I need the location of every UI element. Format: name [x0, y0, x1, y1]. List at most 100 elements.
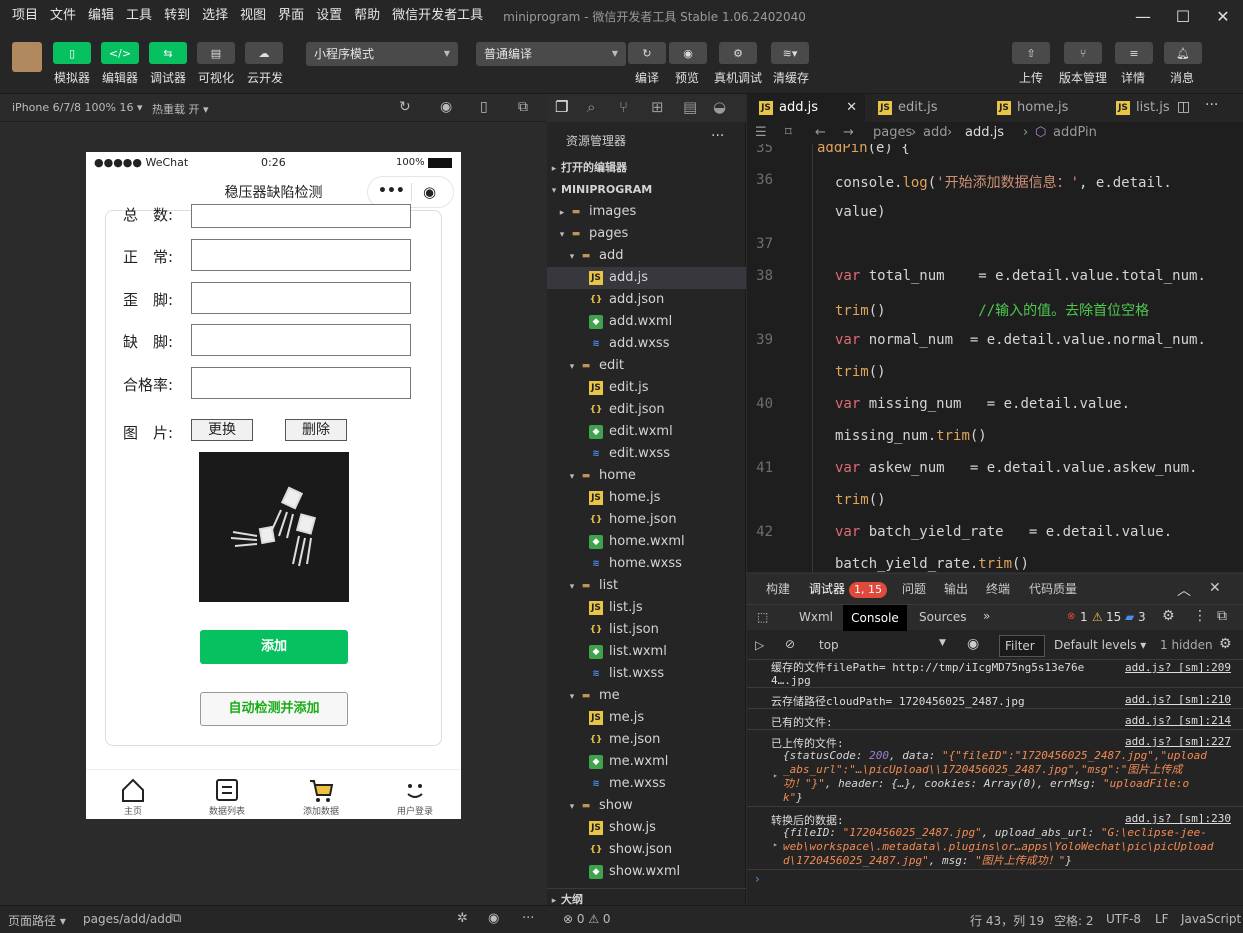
file-item[interactable]: {} add.json — [547, 289, 746, 311]
folder-item[interactable]: ▾ ▬ me — [547, 685, 746, 707]
git-icon[interactable]: ⑂ — [619, 98, 628, 116]
refresh-icon[interactable]: ↻ — [399, 99, 411, 115]
missing-input[interactable] — [191, 324, 411, 356]
real-debug-button[interactable]: 真机调试 — [714, 69, 762, 86]
compile-select[interactable]: 普通编译 ▼ — [476, 42, 626, 66]
askew-input[interactable] — [191, 282, 411, 314]
total-input[interactable] — [191, 204, 411, 228]
levels-select[interactable]: Default levels ▾ — [1054, 638, 1146, 652]
tab-code-quality[interactable]: 代码质量 — [1029, 574, 1077, 604]
folder-item[interactable]: ▾ ▬ pages — [547, 223, 746, 245]
gear-icon[interactable]: ⚙ — [1219, 636, 1232, 652]
indentation[interactable]: 空格: 2 — [1054, 912, 1094, 929]
log-source-link[interactable]: add.js? [sm]:209 — [1125, 661, 1231, 674]
clear-icon[interactable]: ⊘ — [785, 637, 795, 651]
stop-icon[interactable]: ◉ — [440, 99, 452, 115]
tab-data-list[interactable]: 数据列表 — [180, 770, 274, 819]
folder-item[interactable]: ▾ ▬ home — [547, 465, 746, 487]
close-icon[interactable]: ✕ — [1203, 0, 1243, 32]
replace-button[interactable]: 更换 — [191, 419, 253, 441]
file-item[interactable]: ◆ edit.wxml — [547, 421, 746, 443]
page-path-select[interactable]: 页面路径 ▾ — [8, 912, 66, 929]
version-button[interactable]: 版本管理 — [1059, 69, 1107, 86]
upload-icon[interactable]: ⇧ — [1012, 42, 1050, 64]
clear-cache-button[interactable]: 清缓存 — [773, 69, 809, 86]
problems-count[interactable]: ⊗ 0 ⚠ 0 — [563, 912, 611, 926]
tab-home[interactable]: 主页 — [86, 770, 180, 819]
crumb-pages[interactable]: pages — [873, 122, 912, 144]
file-item[interactable]: JS home.js — [547, 487, 746, 509]
expand-icon[interactable]: ▸ — [773, 840, 778, 849]
delete-button[interactable]: 删除 — [285, 419, 347, 441]
cursor-position[interactable]: 行 43，列 19 — [970, 912, 1044, 929]
crumb-file[interactable]: add.js — [965, 122, 1004, 144]
eye-icon[interactable]: ◉ — [967, 636, 979, 652]
crumb-add[interactable]: add — [923, 122, 947, 144]
file-item[interactable]: ≋ home.wxss — [547, 553, 746, 575]
file-item[interactable]: ≋ edit.wxss — [547, 443, 746, 465]
tab-wxml[interactable]: Wxml — [799, 610, 833, 624]
open-editors-section[interactable]: ▸ 打开的编辑器 — [547, 157, 746, 179]
project-section[interactable]: ▾ MINIPROGRAM — [547, 179, 746, 201]
menu-edit[interactable]: 编辑 — [82, 0, 120, 32]
editor-button[interactable]: 编辑器 — [102, 69, 138, 86]
file-item[interactable]: ◆ me.wxml — [547, 751, 746, 773]
avatar[interactable] — [12, 42, 42, 72]
hotreload-toggle[interactable]: 热重载 开 ▾ — [152, 101, 209, 117]
file-item[interactable]: {} edit.json — [547, 399, 746, 421]
folder-item[interactable]: ▾ ▬ edit — [547, 355, 746, 377]
phone-icon[interactable]: ▯ — [480, 99, 488, 115]
clear-cache-icon[interactable]: ≋▾ — [771, 42, 809, 64]
maximize-icon[interactable]: ☐ — [1163, 0, 1203, 32]
menu-view[interactable]: 视图 — [234, 0, 272, 32]
normal-input[interactable] — [191, 239, 411, 271]
file-item[interactable]: {} me.json — [547, 729, 746, 751]
context-select[interactable]: top — [819, 638, 839, 652]
file-item[interactable]: ≋ me.wxss — [547, 773, 746, 795]
preview-button[interactable]: 预览 — [675, 69, 699, 86]
extensions-icon[interactable]: ⊞ — [651, 98, 664, 116]
docker-icon[interactable]: ◒ — [713, 98, 726, 116]
inspect-icon[interactable]: ⬚ — [757, 610, 768, 624]
file-item[interactable]: JS add.js — [547, 267, 746, 289]
copy-icon[interactable]: ⧉ — [172, 911, 181, 926]
preview-icon[interactable]: ◉ — [669, 42, 707, 64]
tab-output[interactable]: 输出 — [944, 574, 968, 604]
language-mode[interactable]: JavaScript — [1181, 912, 1241, 926]
tab-list-js[interactable]: JS list.js — [1104, 94, 1174, 122]
add-button[interactable]: 添加 — [200, 630, 348, 664]
chevron-up-icon[interactable]: ︿ — [1177, 580, 1191, 600]
real-debug-icon[interactable]: ⚙ — [719, 42, 757, 64]
upload-button[interactable]: 上传 — [1019, 69, 1043, 86]
menu-goto[interactable]: 转到 — [158, 0, 196, 32]
yield-input[interactable] — [191, 367, 411, 399]
cloud-dev-button[interactable]: 云开发 — [247, 69, 283, 86]
menu-settings[interactable]: 设置 — [310, 0, 348, 32]
menu-select[interactable]: 选择 — [196, 0, 234, 32]
filter-input[interactable]: Filter — [999, 635, 1045, 657]
tab-add-data[interactable]: 添加数据 — [274, 770, 368, 819]
bookmark-icon[interactable]: ⌑ — [785, 122, 792, 144]
crumb-symbol[interactable]: addPin — [1053, 122, 1097, 144]
log-source-link[interactable]: add.js? [sm]:214 — [1125, 714, 1231, 727]
eye-icon[interactable]: ◉ — [488, 911, 499, 926]
tab-edit-js[interactable]: JS edit.js — [866, 94, 984, 122]
split-editor-icon[interactable]: ◫ — [1177, 99, 1190, 115]
console-prompt-icon[interactable]: › — [755, 872, 760, 886]
forward-icon[interactable]: → — [843, 122, 854, 144]
menu-help[interactable]: 帮助 — [348, 0, 386, 32]
simulator-icon[interactable]: ▯ — [53, 42, 91, 64]
popout-icon[interactable]: ⧉ — [518, 99, 528, 115]
editor-icon[interactable]: </> — [101, 42, 139, 64]
minimize-icon[interactable]: — — [1123, 0, 1163, 32]
menu-project[interactable]: 项目 — [6, 0, 44, 32]
expand-icon[interactable]: ▸ — [773, 771, 778, 780]
bell-icon[interactable]: 🔔︎ — [1164, 42, 1202, 64]
file-item[interactable]: ◆ add.wxml — [547, 311, 746, 333]
more-icon[interactable]: ··· — [711, 128, 724, 144]
tab-debugger[interactable]: 调试器 — [809, 574, 846, 606]
device-select[interactable]: iPhone 6/7/8 100% 16 ▾ — [12, 101, 143, 114]
gear-icon[interactable]: ⚙ — [1162, 608, 1175, 624]
tab-home-js[interactable]: JS home.js — [985, 94, 1103, 122]
file-item[interactable]: JS me.js — [547, 707, 746, 729]
